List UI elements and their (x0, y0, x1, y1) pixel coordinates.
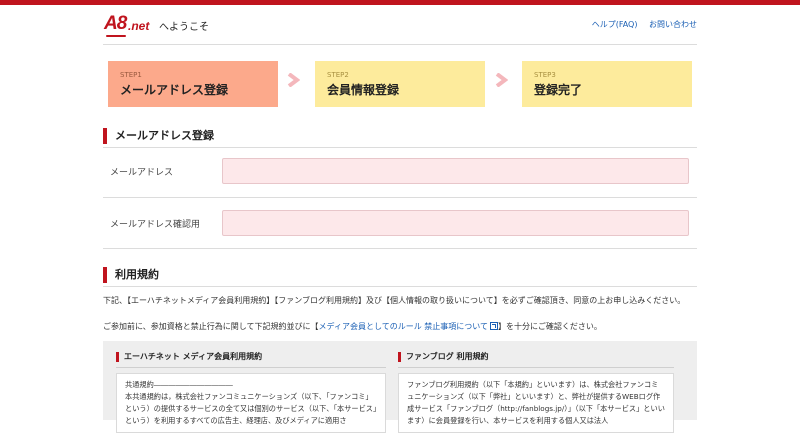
step-1-label: STEP1 (120, 71, 142, 79)
step-2-member-info: STEP2 会員情報登録 (315, 61, 485, 107)
step-1-email: STEP1 メールアドレス登録 (108, 61, 278, 107)
logo-underline (106, 35, 126, 37)
fanblog-terms-title: ファンブログ 利用規約 (398, 352, 489, 362)
media-terms-title: エーハチネット メディア会員利用規約 (116, 352, 262, 362)
contact-link[interactable]: お問い合わせ (649, 20, 697, 29)
step-3-label: STEP3 (534, 71, 556, 79)
step-arrow-icon (287, 73, 300, 87)
media-terms-scrollbox[interactable]: 共通規約――――――――――― 本共通規約は，株式会社ファンコミュニケーションズ… (116, 373, 386, 433)
logo-net-mark: .net (128, 19, 150, 33)
field-divider (103, 248, 697, 249)
rules-prohibited-link-text: メディア会員としてのルール 禁止事項について (318, 322, 489, 331)
terms-section-divider (103, 286, 697, 287)
terms-instruction-text: 下記、【エーハチネットメディア会員利用規約】【ファンブログ利用規約】及び【個人情… (103, 296, 686, 305)
email-section-title: メールアドレス登録 (103, 128, 214, 144)
fanblog-terms-divider (398, 367, 674, 368)
header-divider (103, 44, 697, 45)
step-2-label: STEP2 (327, 71, 349, 79)
help-faq-link[interactable]: ヘルプ(FAQ) (592, 20, 638, 29)
step-arrow-icon (495, 73, 508, 87)
terms-rules-before: ご参加前に、参加資格と禁止行為に関して下記規約並びに【 (103, 322, 319, 331)
step-2-title: 会員情報登録 (327, 83, 400, 97)
email-label: メールアドレス (110, 168, 174, 178)
media-terms-divider (116, 367, 386, 368)
terms-rules-text: ご参加前に、参加資格と禁止行為に関して下記規約並びに【メディア会員としてのルール… (103, 320, 699, 333)
welcome-text: へようこそ (159, 22, 209, 33)
email-input[interactable] (222, 158, 689, 184)
email-confirm-label: メールアドレス確認用 (110, 220, 201, 230)
rules-prohibited-link[interactable]: メディア会員としてのルール 禁止事項について (319, 322, 499, 331)
step-1-title: メールアドレス登録 (120, 83, 229, 97)
page-header: A8 .net へようこそ ヘルプ(FAQ) お問い合わせ (0, 5, 800, 45)
email-confirm-input[interactable] (222, 210, 689, 236)
step-3-complete: STEP3 登録完了 (522, 61, 692, 107)
header-links: ヘルプ(FAQ) お問い合わせ (583, 19, 697, 30)
logo-a8-mark: A8 (104, 13, 127, 34)
fanblog-terms-scrollbox[interactable]: ファンブログ利用規約（以下「本規約」といいます）は、株式会社ファンコミュニケーシ… (398, 373, 674, 433)
email-section-divider (103, 147, 697, 148)
terms-rules-after: 】を十分にご確認ください。 (498, 322, 602, 331)
field-divider (103, 197, 697, 198)
terms-section-title: 利用規約 (103, 267, 159, 283)
step-3-title: 登録完了 (534, 83, 583, 97)
external-link-icon (490, 322, 499, 330)
